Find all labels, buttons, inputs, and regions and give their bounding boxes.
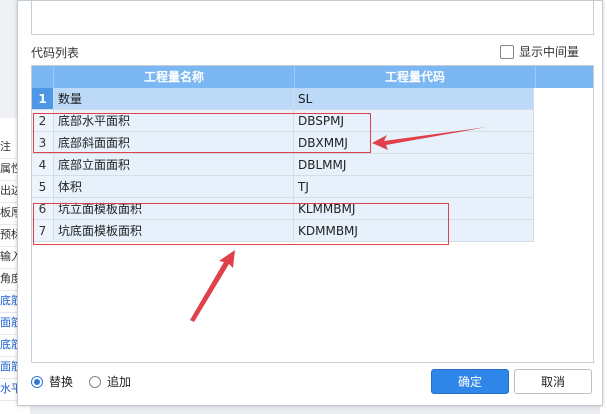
quantity-name-cell[interactable]: 坑立面模板面积 — [54, 198, 294, 220]
quantity-name-cell[interactable]: 底部水平面积 — [54, 110, 294, 132]
table-row[interactable]: 5 体积 TJ — [32, 176, 551, 198]
row-index-cell[interactable]: 3 — [32, 132, 54, 154]
radio-replace[interactable] — [31, 375, 43, 388]
show-intermediate-toggle[interactable]: 显示中间量 — [500, 43, 579, 60]
code-list-dialog: 代码列表 显示中间量 工程量名称 工程量代码 1 数量 SL 2 底部水平面积 DBSPM… — [17, 0, 603, 406]
expression-textarea[interactable] — [31, 1, 594, 35]
radio-append-label[interactable]: 追加 — [107, 373, 131, 390]
table-row[interactable]: 6 坑立面模板面积 KLMMBMJ — [32, 198, 551, 220]
quantity-name-cell[interactable]: 底部立面面积 — [54, 154, 294, 176]
show-intermediate-label: 显示中间量 — [519, 45, 580, 59]
row-index-cell[interactable]: 2 — [32, 110, 54, 132]
quantity-code-cell[interactable]: KLMMBMJ — [294, 198, 534, 220]
row-index-cell[interactable]: 6 — [32, 198, 54, 220]
row-index-cell[interactable]: 4 — [32, 154, 54, 176]
mode-radio-group: 替换 追加 — [31, 373, 141, 390]
quantity-name-cell[interactable]: 底部斜面面积 — [54, 132, 294, 154]
quantity-name-cell[interactable]: 体积 — [54, 176, 294, 198]
row-index-cell[interactable]: 7 — [32, 220, 54, 242]
quantity-code-cell[interactable]: TJ — [294, 176, 534, 198]
column-header-name[interactable]: 工程量名称 — [54, 66, 295, 88]
column-header-code[interactable]: 工程量代码 — [295, 66, 536, 88]
quantity-code-cell[interactable]: SL — [294, 88, 534, 110]
quantity-code-cell[interactable]: DBLMMJ — [294, 154, 534, 176]
show-intermediate-checkbox[interactable] — [500, 44, 514, 59]
table-header: 工程量名称 工程量代码 — [32, 66, 593, 88]
table-row[interactable]: 1 数量 SL — [32, 88, 551, 110]
cancel-button[interactable]: 取消 — [514, 369, 592, 394]
ok-button[interactable]: 确定 — [431, 369, 509, 394]
table-row[interactable]: 2 底部水平面积 DBSPMJ — [32, 110, 551, 132]
code-list-table: 工程量名称 工程量代码 1 数量 SL 2 底部水平面积 DBSPMJ 3 底部斜面面积 DBX… — [31, 65, 594, 363]
row-index-cell[interactable]: 5 — [32, 176, 54, 198]
quantity-code-cell[interactable]: DBXMMJ — [294, 132, 534, 154]
table-row[interactable]: 3 底部斜面面积 DBXMMJ — [32, 132, 551, 154]
radio-replace-label[interactable]: 替换 — [49, 373, 73, 390]
table-row[interactable]: 7 坑底面模板面积 KDMMBMJ — [32, 220, 551, 242]
quantity-name-cell[interactable]: 数量 — [54, 88, 294, 110]
table-corner-cell — [32, 66, 54, 88]
quantity-code-cell[interactable]: DBSPMJ — [294, 110, 534, 132]
table-row[interactable]: 4 底部立面面积 DBLMMJ — [32, 154, 551, 176]
radio-append[interactable] — [89, 375, 102, 388]
quantity-code-cell[interactable]: KDMMBMJ — [294, 220, 534, 242]
table-body: 1 数量 SL 2 底部水平面积 DBSPMJ 3 底部斜面面积 DBXMMJ 4 底部立面面积 DB… — [32, 88, 551, 242]
quantity-name-cell[interactable]: 坑底面模板面积 — [54, 220, 294, 242]
section-label: 代码列表 — [31, 46, 80, 60]
row-index-cell[interactable]: 1 — [32, 88, 54, 110]
